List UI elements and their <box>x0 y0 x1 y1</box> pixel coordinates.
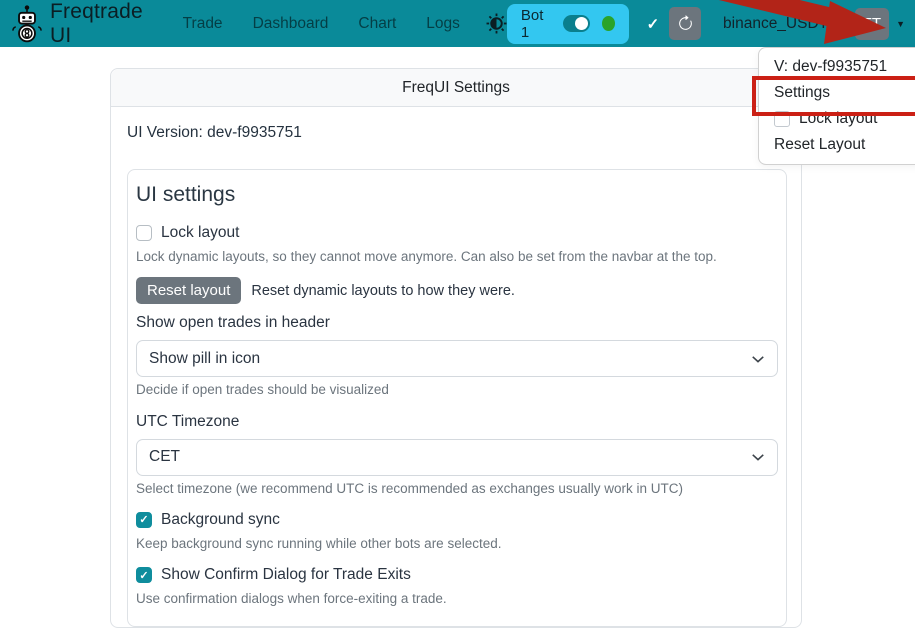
confirm-exit-row[interactable]: ✓ Show Confirm Dialog for Trade Exits <box>136 566 778 584</box>
open-trades-help: Decide if open trades should be visualiz… <box>136 382 778 398</box>
select-chevron-icon <box>751 450 765 464</box>
freqtrade-robot-logo-icon <box>12 4 42 44</box>
confirm-exit-checkbox[interactable]: ✓ <box>136 567 152 583</box>
section-heading: UI settings <box>136 182 778 208</box>
reset-layout-note: Reset dynamic layouts to how they were. <box>251 283 515 299</box>
refresh-button[interactable] <box>669 7 701 40</box>
settings-card: FreqUI Settings UI Version: dev-f9935751… <box>110 68 802 628</box>
navbar: Freqtrade UI Trade Dashboard Chart Logs … <box>0 0 915 47</box>
nav-link-logs[interactable]: Logs <box>426 15 460 33</box>
reset-layout-row: Reset layout Reset dynamic layouts to ho… <box>136 277 778 304</box>
timezone-help: Select timezone (we recommend UTC is rec… <box>136 481 778 497</box>
chevron-down-icon[interactable]: ▼ <box>896 19 905 29</box>
bot-account-name[interactable]: binance_USDT1 <box>723 15 837 33</box>
confirm-exit-help: Use confirmation dialogs when force-exit… <box>136 591 778 607</box>
lock-layout-checkbox[interactable] <box>136 225 152 241</box>
refresh-icon <box>677 15 694 32</box>
theme-toggle-icon[interactable] <box>486 13 507 34</box>
lock-layout-menu-checkbox[interactable] <box>774 111 790 127</box>
reset-layout-button[interactable]: Reset layout <box>136 277 241 304</box>
menu-item-reset-layout[interactable]: Reset Layout <box>759 132 915 158</box>
background-sync-checkbox[interactable]: ✓ <box>136 512 152 528</box>
nav-link-dashboard[interactable]: Dashboard <box>253 15 329 33</box>
background-sync-row[interactable]: ✓ Background sync <box>136 511 778 529</box>
open-trades-label: Show open trades in header <box>136 314 778 332</box>
background-sync-label: Background sync <box>161 511 280 529</box>
menu-item-version: V: dev-f9935751 <box>759 54 915 80</box>
confirm-exit-label: Show Confirm Dialog for Trade Exits <box>161 566 411 584</box>
nav-link-trade[interactable]: Trade <box>183 15 223 33</box>
open-trades-select[interactable]: Show pill in icon <box>136 340 778 377</box>
brand-title: Freqtrade UI <box>50 0 157 48</box>
ui-settings-section: UI settings Lock layout Lock dynamic lay… <box>127 169 787 627</box>
bot-selector-pill[interactable]: Bot 1 <box>507 4 629 44</box>
lock-layout-label: Lock layout <box>161 224 239 242</box>
bots-online-check-icon: ✓ <box>647 15 660 33</box>
lock-layout-help: Lock dynamic layouts, so they cannot mov… <box>136 249 778 265</box>
select-chevron-icon <box>751 352 765 366</box>
card-header: FreqUI Settings <box>111 69 801 107</box>
ui-version-text: UI Version: dev-f9935751 <box>127 124 785 142</box>
lock-layout-menu-label: Lock layout <box>799 109 877 129</box>
page-title: FreqUI Settings <box>402 79 510 97</box>
menu-item-settings[interactable]: Settings <box>759 80 915 106</box>
bot-name: Bot 1 <box>521 7 552 41</box>
toggle-knob <box>575 17 588 30</box>
open-trades-value: Show pill in icon <box>149 350 260 368</box>
bot-toggle[interactable] <box>563 15 589 32</box>
user-menu-button[interactable]: FT <box>855 8 889 40</box>
user-dropdown-menu: V: dev-f9935751 Settings Lock layout Res… <box>758 47 915 165</box>
card-body: UI Version: dev-f9935751 UI settings Loc… <box>111 107 801 644</box>
navbar-right: Bot 1 ✓ binance_USDT1 FT ▼ <box>507 4 905 44</box>
nav-links: Trade Dashboard Chart Logs <box>183 15 460 33</box>
bot-online-dot <box>602 16 615 31</box>
nav-link-chart[interactable]: Chart <box>358 15 396 33</box>
brand[interactable]: Freqtrade UI <box>12 0 157 48</box>
timezone-value: CET <box>149 448 180 466</box>
lock-layout-row[interactable]: Lock layout <box>136 224 778 242</box>
timezone-select[interactable]: CET <box>136 439 778 476</box>
timezone-label: UTC Timezone <box>136 413 778 431</box>
background-sync-help: Keep background sync running while other… <box>136 536 778 552</box>
menu-item-lock-layout[interactable]: Lock layout <box>759 106 915 132</box>
